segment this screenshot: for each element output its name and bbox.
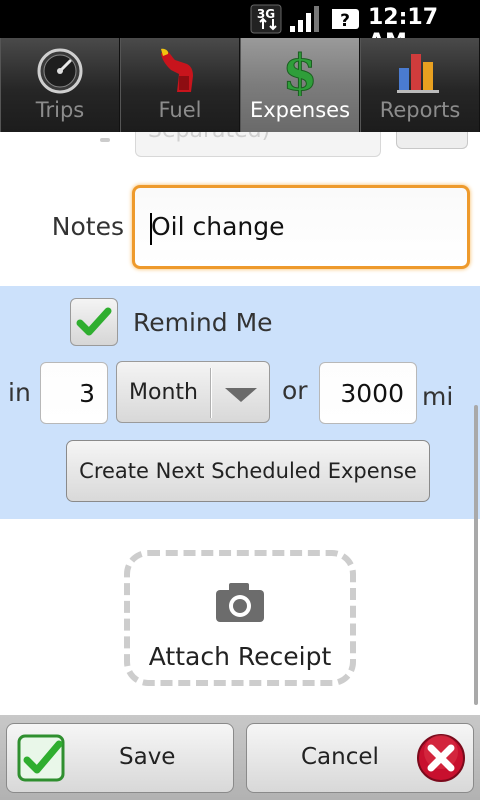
bar-chart-icon	[397, 54, 439, 93]
distance-unit-label: mi	[422, 382, 454, 411]
tab-trips[interactable]: Trips	[0, 38, 120, 132]
notes-label: Notes	[51, 212, 124, 241]
tab-bar: Trips Fuel $ Expenses Reports	[0, 38, 480, 132]
interval-value: 3	[79, 379, 95, 408]
partial-field[interactable]: Separated)	[135, 132, 381, 157]
or-label: or	[282, 376, 308, 405]
tab-trips-label: Trips	[35, 98, 85, 122]
save-button[interactable]: Save	[6, 723, 234, 793]
select-divider	[210, 368, 212, 418]
save-label: Save	[119, 744, 176, 770]
checkmark-icon	[76, 307, 112, 336]
speedometer-icon	[37, 48, 83, 94]
interval-input[interactable]: 3	[40, 362, 108, 424]
status-bar: 3G ? 12:17 AM	[0, 0, 480, 55]
distance-input[interactable]: 3000	[319, 362, 417, 424]
svg-text:3G: 3G	[257, 7, 275, 21]
svg-text:$: $	[283, 46, 318, 96]
remind-me-label: Remind Me	[133, 308, 273, 337]
partial-field-value: Separated)	[148, 132, 270, 143]
dollar-sign-icon: $	[282, 46, 318, 96]
signal-strength-icon	[290, 6, 319, 32]
in-label: in	[8, 378, 31, 407]
scrollbar[interactable]	[474, 405, 478, 705]
tab-expenses-label: Expenses	[249, 98, 351, 122]
red-x-icon	[417, 734, 465, 782]
distance-value: 3000	[340, 379, 404, 408]
tab-reports[interactable]: Reports	[360, 38, 480, 132]
dropdown-arrow-icon	[225, 388, 257, 402]
tab-expenses[interactable]: $ Expenses	[240, 38, 360, 132]
camera-icon	[216, 583, 264, 622]
interval-unit-select[interactable]: Month	[116, 361, 270, 423]
reminder-panel: Remind Me in 3 Month or 3000 mi Create N…	[0, 286, 480, 519]
bottom-action-bar: Save Cancel	[0, 715, 480, 800]
interval-unit-value: Month	[129, 380, 198, 405]
svg-text:?: ?	[340, 11, 350, 31]
partial-indicator	[100, 138, 110, 142]
partial-button[interactable]	[396, 132, 468, 149]
tab-fuel[interactable]: Fuel	[120, 38, 240, 132]
unknown-status-icon: ?	[332, 9, 359, 31]
notes-value: Oil change	[151, 212, 285, 241]
green-check-icon	[17, 734, 65, 782]
remind-me-checkbox[interactable]	[70, 298, 118, 346]
cancel-label: Cancel	[301, 744, 379, 770]
cancel-button[interactable]: Cancel	[246, 723, 474, 793]
attach-receipt-button[interactable]: Attach Receipt	[124, 550, 356, 686]
notes-input[interactable]: Oil change	[132, 185, 470, 269]
tab-fuel-label: Fuel	[158, 98, 202, 122]
attach-receipt-label: Attach Receipt	[148, 642, 332, 671]
tab-reports-label: Reports	[379, 98, 461, 122]
create-next-scheduled-expense-button[interactable]: Create Next Scheduled Expense	[66, 440, 430, 502]
fuel-nozzle-icon	[161, 48, 193, 92]
3g-data-icon: 3G	[250, 4, 282, 34]
